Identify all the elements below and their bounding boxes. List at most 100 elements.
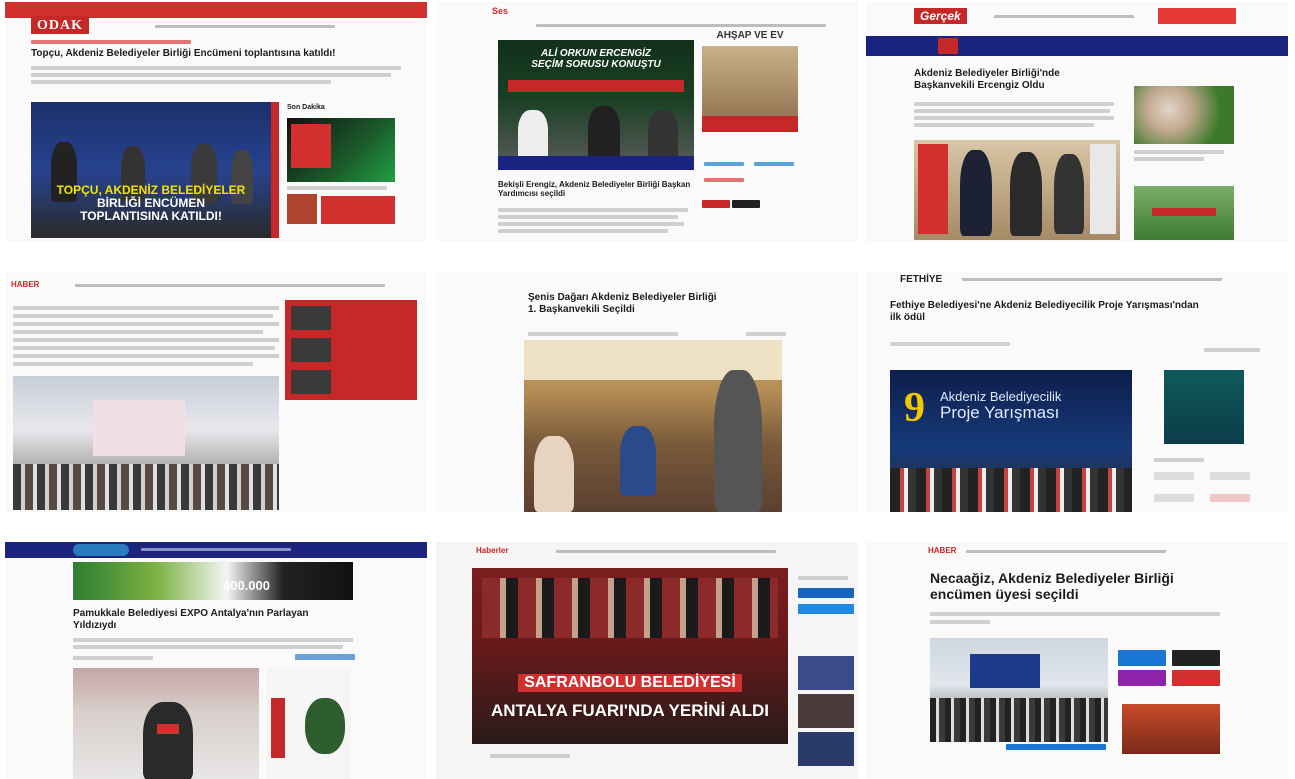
share-mail-button[interactable]	[1172, 670, 1220, 686]
news-tile-4[interactable]: HABER	[5, 272, 427, 512]
red-side-strip	[271, 102, 279, 238]
banner-title: ALİ ORKUN ERCENGİZ SEÇİM SORUSU KONUŞTU	[531, 48, 661, 70]
share-instagram-button[interactable]	[1118, 670, 1166, 686]
site-logo[interactable]: Haberler	[476, 546, 508, 555]
nav-menu[interactable]	[155, 25, 335, 28]
body-line	[13, 314, 273, 318]
site-logo[interactable]	[73, 544, 129, 556]
body-line	[13, 354, 279, 358]
summary-line	[930, 612, 1220, 616]
summary-line	[73, 645, 343, 649]
ad-amount: 400.000	[223, 578, 270, 593]
category-line	[31, 40, 191, 44]
sidebar-thumb[interactable]	[798, 656, 854, 690]
author-line	[490, 754, 570, 758]
sidebar-ad[interactable]	[1164, 370, 1244, 444]
header-button[interactable]	[1158, 8, 1236, 24]
meta-line	[528, 332, 678, 336]
article-headline[interactable]: Şenis Dağarı Akdeniz Belediyeler Birliği…	[528, 292, 788, 315]
photo-caption: TOPÇU, AKDENİZ BELEDİYELER BİRLİĞİ ENCÜM…	[56, 183, 246, 224]
sidebar-ad[interactable]	[1134, 186, 1234, 240]
nav-menu[interactable]	[994, 15, 1134, 18]
summary-line	[914, 116, 1114, 120]
article-headline[interactable]: Topçu, Akdeniz Belediyeler Birliği Encüm…	[31, 48, 411, 60]
share-bar[interactable]	[1006, 744, 1106, 750]
site-logo[interactable]: HABER	[11, 280, 39, 289]
sidebar-thumb[interactable]	[798, 694, 854, 728]
body-line	[498, 215, 678, 219]
news-tile-fethiye[interactable]: FETHİYE Fethiye Belediyesi'ne Akdeniz Be…	[866, 272, 1288, 512]
social-button[interactable]	[1210, 472, 1250, 480]
site-logo[interactable]: FETHİYE	[900, 274, 942, 285]
sidebar-title	[798, 576, 848, 580]
site-logo[interactable]: Ses	[492, 6, 508, 16]
article-photo	[73, 668, 259, 779]
side-banner[interactable]: AHŞAP VE EV	[702, 30, 798, 41]
article-headline[interactable]: Bekişli Erengiz, Akdeniz Belediyeler Bir…	[498, 180, 694, 198]
nav-menu[interactable]	[966, 550, 1166, 553]
body-line	[13, 322, 279, 326]
sidebar-ad[interactable]	[1122, 704, 1220, 754]
nav-menu[interactable]	[75, 284, 385, 287]
news-tile-9[interactable]: HABER Necaağiz, Akdeniz Belediyeler Birl…	[866, 542, 1288, 779]
sidebar-thumb[interactable]	[798, 732, 854, 766]
social-button[interactable]	[798, 588, 854, 598]
news-tile-2[interactable]: Ses ALİ ORKUN ERCENGİZ SEÇİM SORUSU KONU…	[436, 2, 858, 242]
sidebar-ad[interactable]	[267, 668, 351, 779]
share-x-button[interactable]	[1172, 650, 1220, 666]
article-photo: SAFRANBOLU BELEDİYESİ ANTALYA FUARI'NDA …	[472, 568, 788, 744]
social-button[interactable]	[1210, 494, 1250, 502]
sidebar-line	[287, 186, 387, 190]
sidebar-panel[interactable]	[285, 300, 417, 400]
article-headline[interactable]: Pamukkale Belediyesi EXPO Antalya'nın Pa…	[73, 608, 353, 631]
summary-line	[914, 123, 1094, 127]
article-headline[interactable]: Akdeniz Belediyeler Birliği'nde Başkanve…	[914, 68, 1114, 91]
share-facebook-button[interactable]	[1118, 650, 1166, 666]
summary-line	[31, 80, 331, 84]
body-line	[13, 338, 279, 342]
sidebar-photo[interactable]	[1134, 86, 1234, 144]
article-headline[interactable]: Necaağiz, Akdeniz Belediyeler Birliği en…	[930, 570, 1210, 602]
body-line	[498, 208, 688, 212]
article-photo	[524, 340, 782, 512]
news-tile-8[interactable]: Haberler SAFRANBOLU BELEDİYESİ ANTALYA F…	[436, 542, 858, 779]
summary-line	[31, 73, 391, 77]
meta-line	[890, 342, 1010, 346]
news-tile-gercek[interactable]: Gerçek Akdeniz Belediyeler Birliği'nde B…	[866, 2, 1288, 242]
share-row	[704, 162, 744, 166]
sidebar-line	[1154, 458, 1204, 462]
share-row	[754, 162, 794, 166]
article-photo: 9 Akdeniz Belediyecilik Proje Yarışması	[890, 370, 1132, 512]
body-line	[13, 346, 275, 350]
share-row	[704, 178, 744, 182]
body-line	[498, 222, 684, 226]
sidebar-line	[1134, 157, 1204, 161]
social-button[interactable]	[1154, 472, 1194, 480]
article-photo	[13, 376, 279, 510]
article-headline[interactable]: Fethiye Belediyesi'ne Akdeniz Belediyeci…	[890, 300, 1250, 323]
sidebar-thumb[interactable]	[287, 194, 317, 224]
top-ad[interactable]: 400.000	[73, 562, 353, 600]
news-tile-5[interactable]: Şenis Dağarı Akdeniz Belediyeler Birliği…	[436, 272, 858, 512]
share-button[interactable]	[732, 200, 760, 208]
site-logo[interactable]: HABER	[928, 546, 956, 555]
news-tile-7[interactable]: 400.000 Pamukkale Belediyesi EXPO Antaly…	[5, 542, 427, 779]
summary-line	[31, 66, 401, 70]
sidebar-ad[interactable]	[287, 118, 395, 182]
site-logo[interactable]: Gerçek	[914, 8, 967, 24]
banner-title: Akdeniz Belediyecilik Proje Yarışması	[940, 389, 1062, 423]
share-buttons[interactable]	[295, 654, 355, 660]
nav-menu[interactable]	[536, 24, 826, 27]
share-button[interactable]	[702, 200, 730, 208]
summary-line	[930, 620, 990, 624]
news-tile-odak[interactable]: ODAK Topçu, Akdeniz Belediyeler Birliği …	[5, 2, 427, 242]
nav-home-button[interactable]	[938, 38, 958, 54]
site-logo[interactable]: ODAK	[31, 16, 89, 34]
social-button[interactable]	[1154, 494, 1194, 502]
summary-line	[914, 109, 1110, 113]
nav-menu[interactable]	[141, 548, 291, 551]
side-ad[interactable]	[702, 46, 798, 132]
nav-menu[interactable]	[556, 550, 776, 553]
social-button[interactable]	[798, 604, 854, 614]
nav-menu[interactable]	[962, 278, 1222, 281]
